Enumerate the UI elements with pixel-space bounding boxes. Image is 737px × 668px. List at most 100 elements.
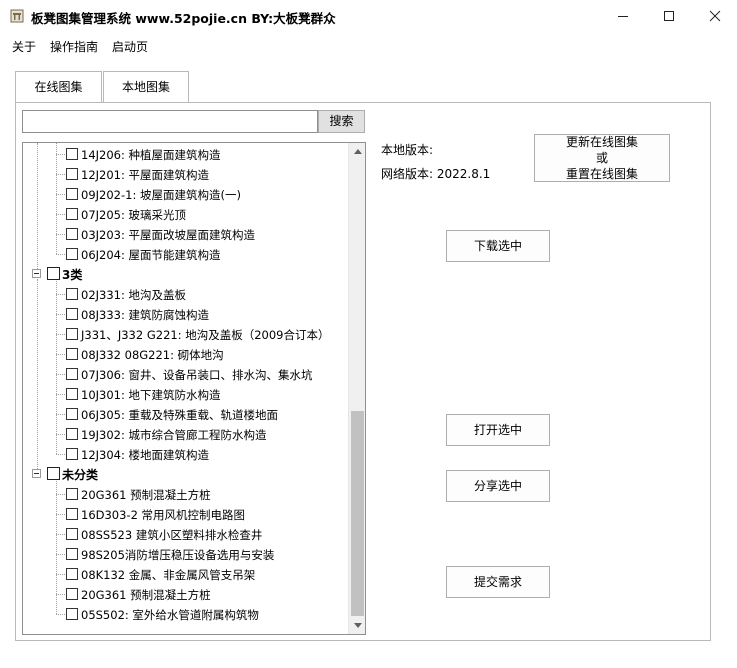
item-checkbox[interactable] <box>66 208 78 220</box>
tree-scrollbar[interactable] <box>348 143 365 634</box>
tree-item-label: 06J305: 重载及特殊重载、轨道楼地面 <box>81 408 279 422</box>
tree-item-label: 08J333: 建筑防腐蚀构造 <box>81 308 210 322</box>
tree-item-row[interactable]: 07J205: 玻璃采光顶 <box>23 204 348 224</box>
tree-item-row[interactable]: 16D303-2 常用风机控制电路图 <box>23 504 348 524</box>
atlas-tree[interactable]: 14J206: 种植屋面建筑构造 12J201: 平屋面建筑构造 09J202-1:… <box>22 142 366 635</box>
group-checkbox[interactable] <box>47 267 60 280</box>
open-selected-button[interactable]: 打开选中 <box>446 414 550 446</box>
item-checkbox[interactable] <box>66 188 78 200</box>
item-checkbox[interactable] <box>66 568 78 580</box>
item-checkbox[interactable] <box>66 168 78 180</box>
tab-local-atlas[interactable]: 本地图集 <box>103 71 189 102</box>
tree-connector <box>56 514 65 515</box>
tree-item-row[interactable]: 02J331: 地沟及盖板 <box>23 284 348 304</box>
tree-connector <box>56 254 65 255</box>
item-checkbox[interactable] <box>66 408 78 420</box>
maximize-button[interactable] <box>646 0 692 32</box>
item-checkbox[interactable] <box>66 308 78 320</box>
tree-item-label: 20G361 预制混凝土方桩 <box>81 488 211 502</box>
item-checkbox[interactable] <box>66 428 78 440</box>
item-checkbox[interactable] <box>66 508 78 520</box>
close-button[interactable] <box>692 0 737 32</box>
tree-item-row[interactable]: 03J203: 平屋面改坡屋面建筑构造 <box>23 224 348 244</box>
tree-item-row[interactable]: 98S205消防增压稳压设备选用与安装 <box>23 544 348 564</box>
minimize-button[interactable] <box>600 0 646 32</box>
item-checkbox[interactable] <box>66 528 78 540</box>
tree-group-row[interactable]: 3类 <box>23 264 348 284</box>
tree-item-row[interactable]: 20G361 预制混凝土方桩 <box>23 584 348 604</box>
item-checkbox[interactable] <box>66 288 78 300</box>
tree-item-label: 08J332 08G221: 砌体地沟 <box>81 348 224 362</box>
update-online-atlas-button[interactable]: 更新在线图集 或 重置在线图集 <box>534 134 670 182</box>
tree-item-row[interactable]: 08J332 08G221: 砌体地沟 <box>23 344 348 364</box>
share-selected-button[interactable]: 分享选中 <box>446 470 550 502</box>
submit-request-button[interactable]: 提交需求 <box>446 566 550 598</box>
tab-online-atlas[interactable]: 在线图集 <box>15 71 102 102</box>
tree-connector <box>56 234 65 235</box>
item-checkbox[interactable] <box>66 328 78 340</box>
app-logo-icon <box>10 9 24 23</box>
tree-item-row[interactable]: 12J304: 楼地面建筑构造 <box>23 444 348 464</box>
collapse-icon[interactable] <box>32 269 41 278</box>
item-checkbox[interactable] <box>66 248 78 260</box>
tree-item-label: 08SS523 建筑小区塑料排水检查井 <box>81 528 263 542</box>
tree-item-label: 10J301: 地下建筑防水构造 <box>81 388 221 402</box>
tree-connector <box>56 414 65 415</box>
tree-item-row[interactable]: 07J306: 窗井、设备吊装口、排水沟、集水坑 <box>23 364 348 384</box>
window-title: 板凳图集管理系统 www.52pojie.cn BY:大板凳群众 <box>31 11 336 26</box>
item-checkbox[interactable] <box>66 588 78 600</box>
tree-item-row[interactable]: 08K132 金属、非金属风管支吊架 <box>23 564 348 584</box>
tree-group-label: 未分类 <box>62 468 99 482</box>
item-checkbox[interactable] <box>66 608 78 620</box>
group-checkbox[interactable] <box>47 467 60 480</box>
menu-about[interactable]: 关于 <box>0 36 43 58</box>
tree-item-label: J331、J332 G221: 地沟及盖板（2009合订本） <box>81 328 330 342</box>
update-button-line2: 或 <box>595 151 608 165</box>
title-bar: 板凳图集管理系统 www.52pojie.cn BY:大板凳群众 <box>0 0 737 32</box>
item-checkbox[interactable] <box>66 388 78 400</box>
item-checkbox[interactable] <box>66 448 78 460</box>
search-button[interactable]: 搜索 <box>318 110 365 133</box>
tree-item-row[interactable]: 10J301: 地下建筑防水构造 <box>23 384 348 404</box>
menu-guide[interactable]: 操作指南 <box>43 36 105 58</box>
item-checkbox[interactable] <box>66 148 78 160</box>
scroll-thumb[interactable] <box>351 411 364 616</box>
tree-item-row[interactable]: 05S502: 室外给水管道附属构筑物 <box>23 604 348 624</box>
search-input[interactable] <box>22 110 318 133</box>
update-button-line3: 重置在线图集 <box>565 167 638 181</box>
tree-item-label: 14J206: 种植屋面建筑构造 <box>81 148 221 162</box>
tree-connector <box>56 574 65 575</box>
item-checkbox[interactable] <box>66 548 78 560</box>
tree-item-row[interactable]: 12J201: 平屋面建筑构造 <box>23 164 348 184</box>
tree-connector <box>56 614 65 615</box>
tree-connector <box>56 174 65 175</box>
collapse-icon[interactable] <box>32 469 41 478</box>
tree-item-row[interactable]: 08SS523 建筑小区塑料排水检查井 <box>23 524 348 544</box>
tree-connector <box>37 143 38 269</box>
tree-group-row[interactable]: 未分类 <box>23 464 348 484</box>
close-icon <box>709 10 721 22</box>
tree-connector <box>56 354 65 355</box>
tree-item-row[interactable]: 19J302: 城市综合管廊工程防水构造 <box>23 424 348 444</box>
download-selected-button[interactable]: 下载选中 <box>446 230 550 262</box>
tree-item-row[interactable]: 20G361 预制混凝土方桩 <box>23 484 348 504</box>
tree-connector <box>56 494 65 495</box>
tree-item-row[interactable]: 08J333: 建筑防腐蚀构造 <box>23 304 348 324</box>
item-checkbox[interactable] <box>66 488 78 500</box>
item-checkbox[interactable] <box>66 228 78 240</box>
tree-item-row[interactable]: 14J206: 种植屋面建筑构造 <box>23 144 348 164</box>
tree-item-row[interactable]: 06J204: 屋面节能建筑构造 <box>23 244 348 264</box>
tree-connector <box>56 454 65 455</box>
item-checkbox[interactable] <box>66 348 78 360</box>
tree-connector <box>56 294 65 295</box>
tree-item-row[interactable]: 09J202-1: 坡屋面建筑构造(一) <box>23 184 348 204</box>
tree-connector <box>37 279 38 469</box>
tree-item-row[interactable]: 06J305: 重载及特殊重载、轨道楼地面 <box>23 404 348 424</box>
tree-item-label: 07J306: 窗井、设备吊装口、排水沟、集水坑 <box>81 368 313 382</box>
menu-startup[interactable]: 启动页 <box>105 36 155 58</box>
scroll-up-button[interactable] <box>349 143 365 160</box>
tree-item-row[interactable]: J331、J332 G221: 地沟及盖板（2009合订本） <box>23 324 348 344</box>
item-checkbox[interactable] <box>66 368 78 380</box>
scroll-down-button[interactable] <box>349 617 365 634</box>
tree-connector <box>56 143 57 254</box>
